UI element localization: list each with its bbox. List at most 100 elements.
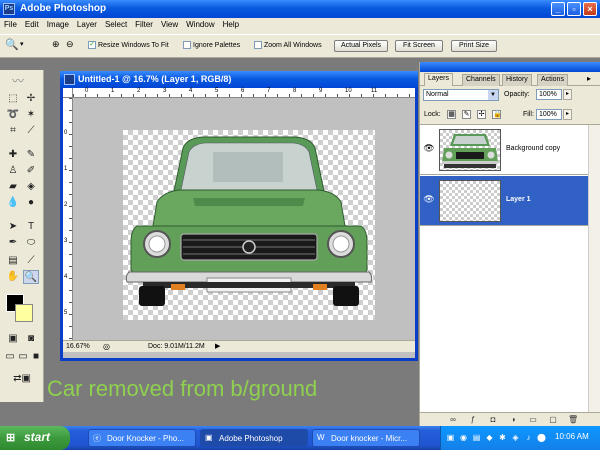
lock-position-icon[interactable]: ✢ [477, 110, 486, 119]
start-button[interactable]: ⊞ start [0, 426, 70, 450]
lock-paint-icon[interactable]: ✎ [462, 110, 471, 119]
zoom-all-windows-option[interactable]: Zoom All Windows [254, 41, 322, 49]
status-icon[interactable]: ◎ [103, 342, 110, 351]
eyedropper-tool-icon[interactable]: ⟋ [23, 254, 39, 268]
crop-tool-icon[interactable]: ⌗ [5, 124, 21, 138]
jump-to-imageready-icon[interactable]: ⇄▣ [5, 372, 39, 386]
ruler-number: 4 [189, 88, 193, 94]
fill-input[interactable]: 100% [536, 109, 562, 120]
taskbar-clock[interactable]: 10:06 AM [555, 432, 589, 441]
actual-pixels-button[interactable]: Actual Pixels [334, 40, 388, 52]
marquee-tool-icon[interactable]: ⬚ [5, 92, 21, 106]
tray-icon[interactable]: ⬤ [536, 432, 547, 443]
add-layer-style-icon[interactable]: ƒ [468, 415, 478, 425]
paint-bucket-tool-icon[interactable]: ◈ [23, 180, 39, 194]
taskbar-item-door-knocker-word[interactable]: W Door knocker - Micr... [312, 429, 420, 447]
restore-button[interactable]: ▫ [567, 2, 581, 16]
new-layer-icon[interactable]: ▢ [548, 415, 558, 425]
ignore-palettes-option[interactable]: Ignore Palettes [183, 41, 240, 49]
tray-icon[interactable]: ◉ [458, 432, 469, 443]
quick-mask-mode-icon[interactable]: ◙ [23, 332, 39, 346]
move-tool-icon[interactable]: ✢ [23, 92, 39, 106]
taskbar-item-door-knocker-photoshop[interactable]: ⓔ Door Knocker - Pho... [88, 429, 196, 447]
taskbar-item-adobe-photoshop[interactable]: ▣ Adobe Photoshop [200, 429, 308, 447]
opacity-input[interactable]: 100% [536, 89, 562, 100]
hand-tool-icon[interactable]: ✋ [5, 270, 21, 284]
layer-row-background-copy[interactable]: 👁 Background copy [420, 125, 588, 175]
zoom-level[interactable]: 16.67% [66, 343, 90, 350]
menu-layer[interactable]: Layer [73, 18, 101, 29]
image-canvas[interactable] [123, 130, 375, 320]
zoom-tool-icon[interactable]: 🔍 [5, 38, 19, 51]
opacity-slider-arrow-icon[interactable]: ▸ [563, 89, 572, 100]
blur-tool-icon[interactable]: 💧 [5, 196, 21, 210]
layer-list-scrollbar[interactable] [588, 125, 600, 413]
menu-view[interactable]: View [157, 18, 182, 29]
path-selection-tool-icon[interactable]: ➤ [5, 220, 21, 234]
print-size-button[interactable]: Print Size [451, 40, 497, 52]
ignore-palettes-checkbox[interactable] [183, 41, 191, 49]
lasso-tool-icon[interactable]: ➰ [5, 108, 21, 122]
close-button[interactable]: × [583, 2, 597, 16]
background-color-swatch[interactable] [15, 304, 33, 322]
menu-filter[interactable]: Filter [131, 18, 157, 29]
menu-image[interactable]: Image [43, 18, 73, 29]
fill-slider-arrow-icon[interactable]: ▸ [563, 109, 572, 120]
menu-edit[interactable]: Edit [21, 18, 43, 29]
dodge-tool-icon[interactable]: ● [23, 196, 39, 210]
screen-mode-full-icon[interactable]: ■ [28, 350, 44, 364]
lock-transparency-icon[interactable]: ▦ [447, 110, 456, 119]
lock-all-icon[interactable]: 🔒 [492, 110, 502, 119]
new-group-icon[interactable]: ▭ [528, 415, 538, 425]
layer-row-layer-1[interactable]: 👁 Layer 1 [420, 176, 588, 226]
zoom-all-windows-checkbox[interactable] [254, 41, 262, 49]
menu-help[interactable]: Help [219, 18, 243, 29]
notes-tool-icon[interactable]: ▤ [5, 254, 21, 268]
standard-mode-icon[interactable]: ▣ [5, 332, 21, 346]
menu-select[interactable]: Select [101, 18, 131, 29]
clone-stamp-tool-icon[interactable]: ♙ [5, 164, 21, 178]
palette-menu-icon[interactable]: ▸ [587, 74, 591, 83]
chevron-down-icon[interactable]: ▾ [20, 40, 24, 48]
menu-file[interactable]: File [0, 18, 21, 29]
tray-icon[interactable]: ▣ [445, 432, 456, 443]
status-menu-arrow-icon[interactable]: ▶ [215, 342, 220, 350]
eye-icon[interactable]: 👁 [423, 194, 435, 206]
fit-screen-button[interactable]: Fit Screen [395, 40, 443, 52]
history-brush-tool-icon[interactable]: ✐ [23, 164, 39, 178]
tab-layers[interactable]: Layers [424, 73, 454, 86]
minimize-button[interactable]: _ [551, 2, 565, 16]
tab-history[interactable]: History [502, 74, 532, 86]
shape-tool-icon[interactable]: ⬭ [23, 236, 39, 250]
magic-wand-tool-icon[interactable]: ✶ [23, 108, 39, 122]
speaker-icon[interactable]: ♪ [523, 432, 534, 443]
zoom-tool-icon[interactable]: 🔍 [23, 270, 39, 284]
horizontal-ruler[interactable]: 0 1 2 3 4 5 6 7 8 9 10 11 [73, 88, 415, 98]
healing-brush-tool-icon[interactable]: ✚ [5, 148, 21, 162]
resize-windows-option[interactable]: ✓ Resize Windows To Fit [88, 41, 169, 49]
tab-actions[interactable]: Actions [537, 74, 568, 86]
add-mask-icon[interactable]: ◘ [488, 415, 498, 425]
tray-icon[interactable]: ◆ [484, 432, 495, 443]
tray-icon[interactable]: ✱ [497, 432, 508, 443]
resize-windows-checkbox[interactable]: ✓ [88, 41, 96, 49]
eye-icon[interactable]: 👁 [423, 143, 435, 155]
zoom-out-icon[interactable]: ⊖ [66, 39, 74, 50]
tray-icon[interactable]: ▤ [471, 432, 482, 443]
brush-tool-icon[interactable]: ✎ [23, 148, 39, 162]
eraser-tool-icon[interactable]: ▰ [5, 180, 21, 194]
slice-tool-icon[interactable]: ⟋ [23, 124, 39, 138]
menu-window[interactable]: Window [182, 18, 218, 29]
ie-icon: ⓔ [93, 434, 101, 443]
adjustment-layer-icon[interactable]: ◑ [508, 415, 518, 425]
zoom-in-icon[interactable]: ⊕ [52, 39, 60, 50]
trash-icon[interactable]: 🗑 [568, 415, 578, 425]
blend-mode-select[interactable]: Normal ▼ [423, 89, 499, 101]
link-layers-icon[interactable]: ∞ [448, 415, 458, 425]
ruler-origin[interactable] [63, 88, 73, 98]
vertical-ruler[interactable]: 0 1 2 3 4 5 [63, 98, 73, 340]
pen-tool-icon[interactable]: ✒ [5, 236, 21, 250]
tab-channels[interactable]: Channels [462, 74, 500, 86]
type-tool-icon[interactable]: T [23, 220, 39, 234]
tray-icon[interactable]: ◈ [510, 432, 521, 443]
